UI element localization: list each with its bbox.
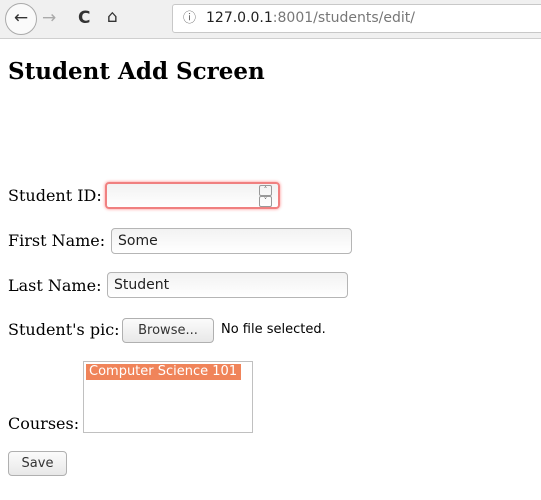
address-bar[interactable]: ⓘ 127.0.0.1:8001/students/edit/ [172, 4, 541, 33]
url-host: 127.0.0.1 [206, 10, 273, 26]
url-path: :8001/students/edit/ [272, 10, 415, 26]
home-button[interactable]: ⌂ [107, 7, 118, 27]
info-icon[interactable]: ⓘ [183, 5, 196, 32]
browse-button[interactable]: Browse... [122, 318, 214, 343]
reload-button[interactable]: C [78, 8, 90, 28]
student-id-label: Student ID: [8, 186, 102, 205]
first-name-input[interactable]: Some [111, 228, 352, 254]
back-button[interactable]: ← [5, 3, 37, 35]
forward-arrow-icon: → [42, 8, 57, 28]
first-name-label: First Name: [8, 231, 106, 250]
courses-label: Courses: [8, 414, 80, 433]
back-arrow-icon: ← [13, 8, 29, 28]
pic-label: Student's pic: [8, 320, 120, 339]
save-button[interactable]: Save [8, 451, 67, 476]
browser-toolbar: ← → C ⌂ ⓘ 127.0.0.1:8001/students/edit/ [0, 0, 541, 39]
spin-down-icon[interactable]: ˅ [259, 196, 272, 207]
courses-select[interactable]: Computer Science 101 [83, 361, 253, 433]
home-icon: ⌂ [107, 7, 118, 27]
spin-up-icon[interactable]: ˄ [259, 185, 272, 196]
last-name-input[interactable]: Student [107, 272, 348, 298]
student-id-input[interactable]: ˄ ˅ [105, 182, 280, 209]
reload-icon: C [78, 8, 91, 28]
forward-button[interactable]: → [42, 8, 56, 28]
last-name-label: Last Name: [8, 276, 102, 295]
course-option[interactable]: Computer Science 101 [86, 364, 241, 380]
page-title: Student Add Screen [8, 58, 265, 85]
file-status: No file selected. [221, 322, 326, 337]
